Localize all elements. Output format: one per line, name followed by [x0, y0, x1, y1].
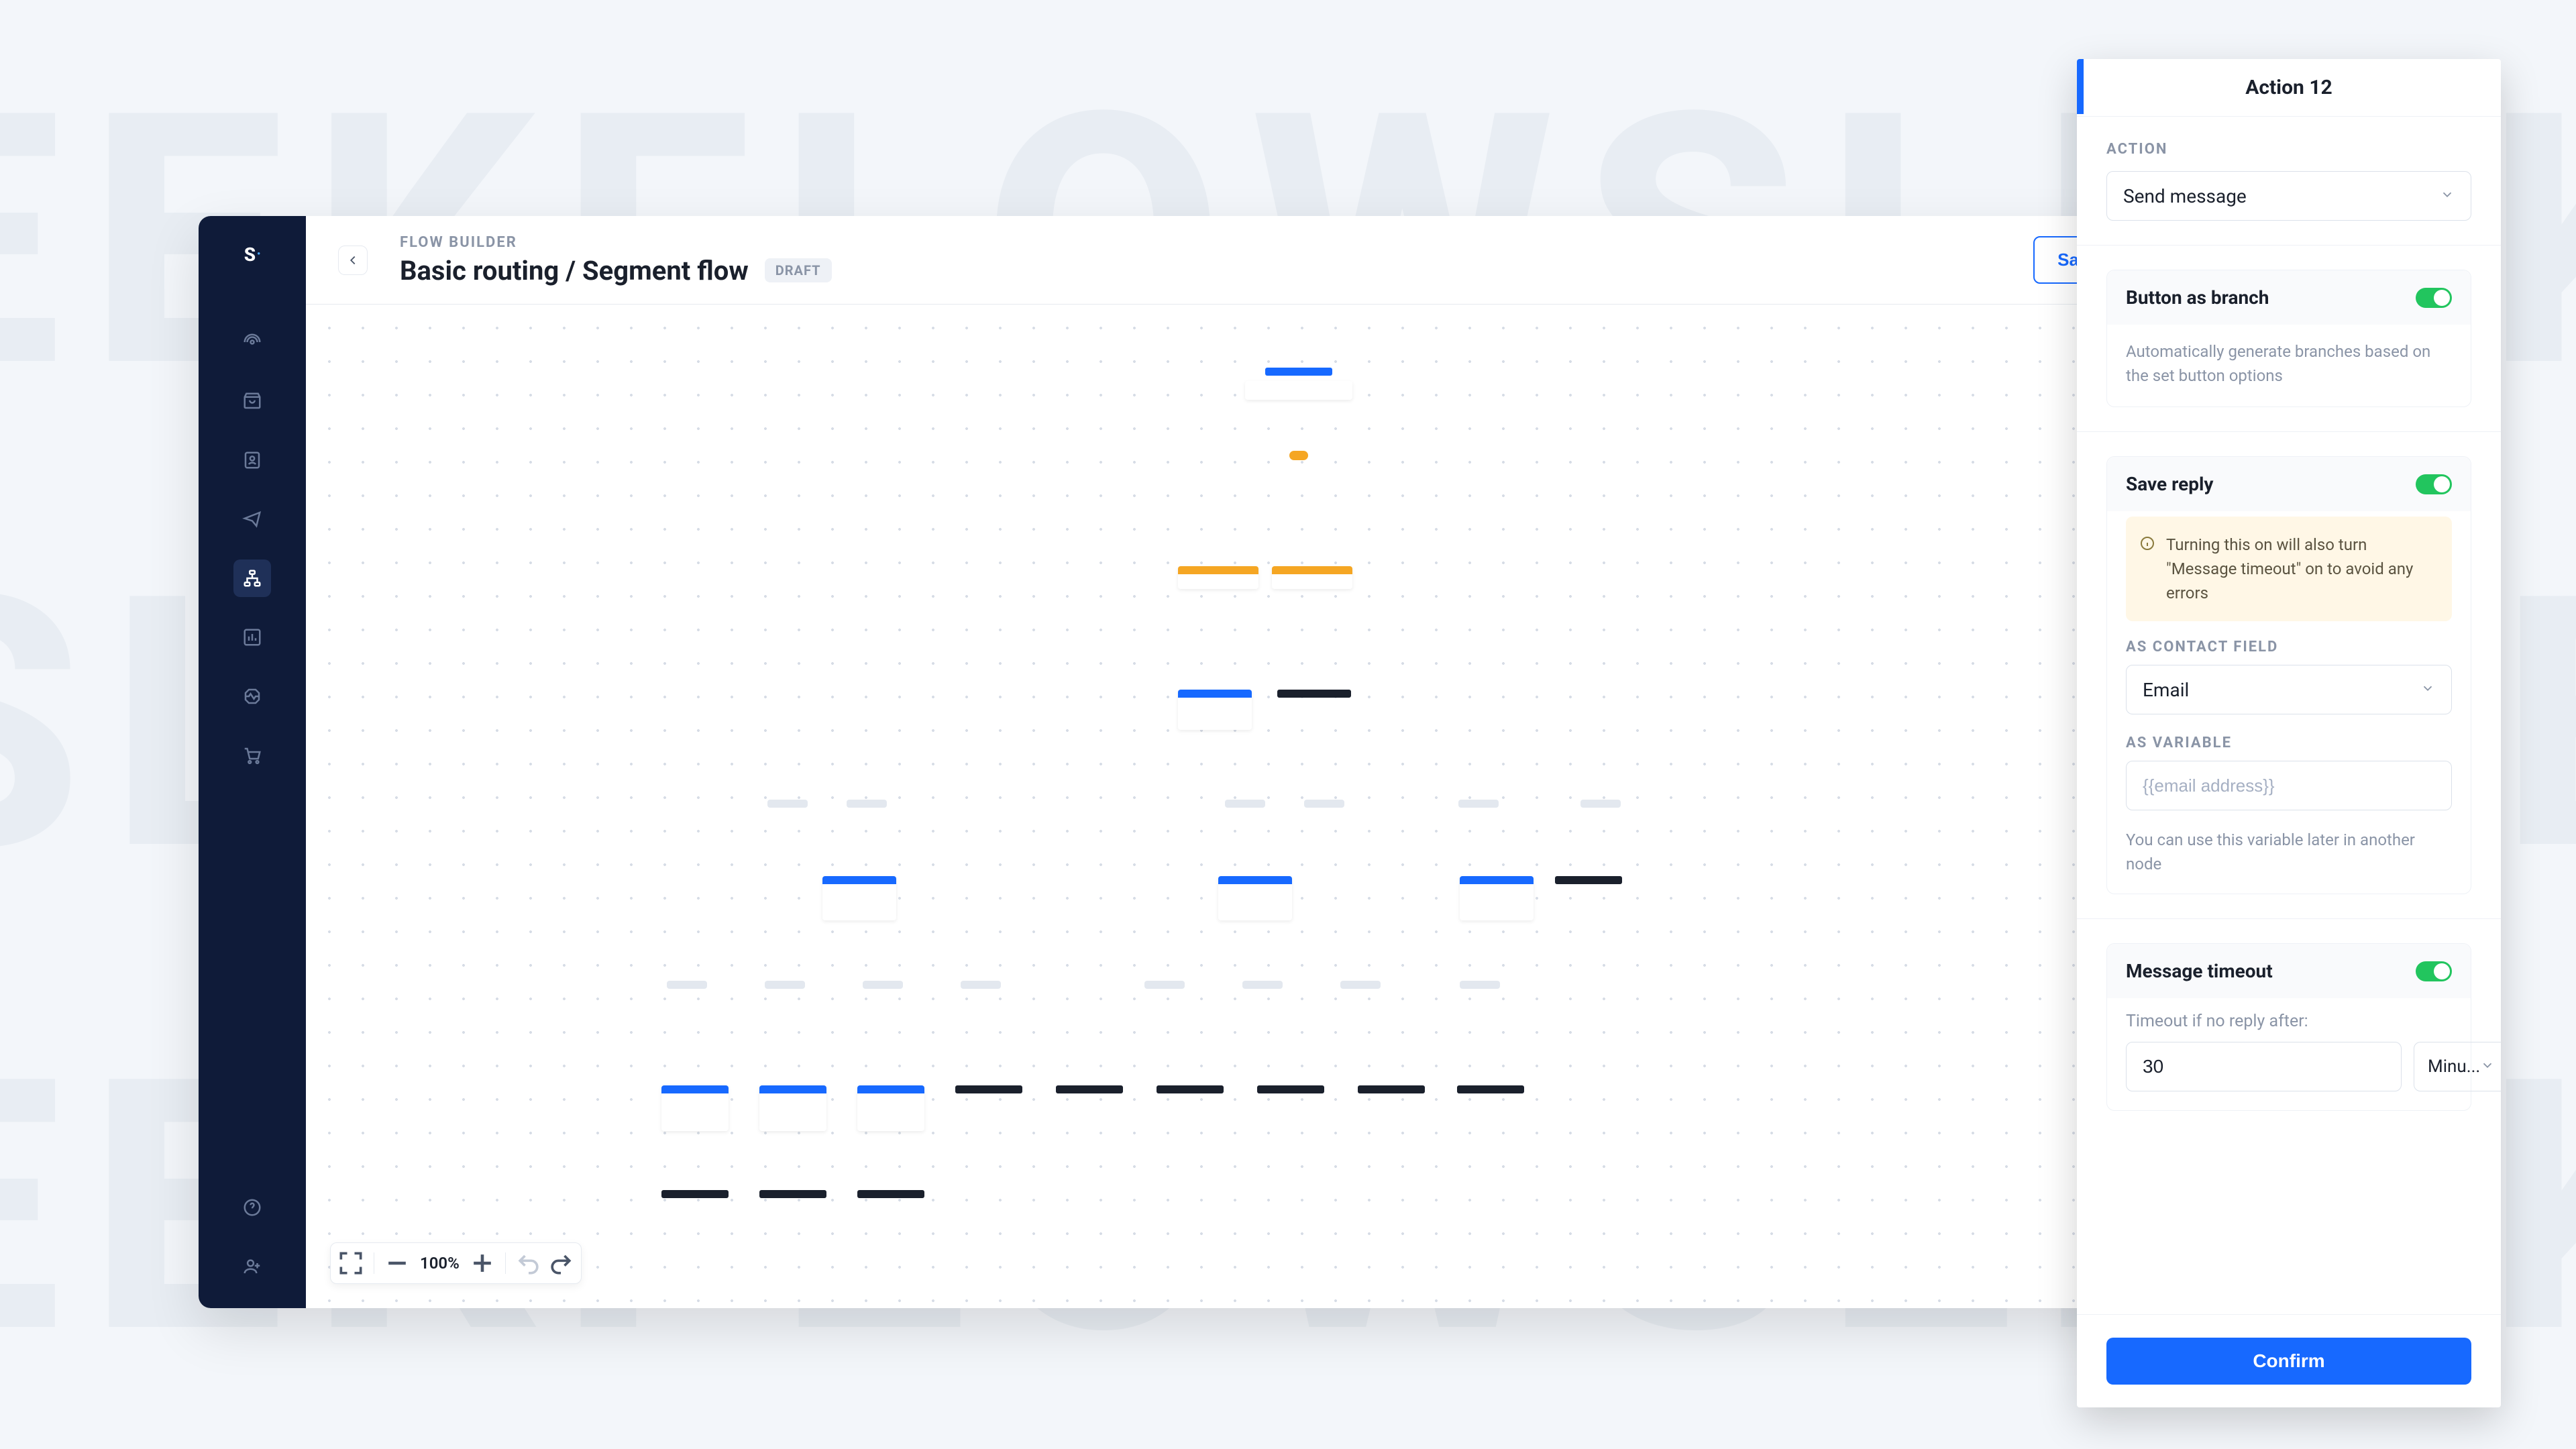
topbar: FLOW BUILDER Basic routing / Segment flo… — [306, 216, 2222, 305]
back-button[interactable] — [338, 246, 368, 275]
chevron-down-icon — [2420, 681, 2435, 698]
branch-label — [1144, 981, 1185, 989]
button-as-branch-desc: Automatically generate branches based on… — [2107, 325, 2471, 407]
node-card[interactable] — [822, 876, 896, 920]
branch-label — [767, 800, 808, 808]
node-card[interactable] — [1178, 690, 1252, 730]
sidebar-item-contacts[interactable] — [233, 441, 271, 479]
branch-label — [1340, 981, 1381, 989]
branch-label — [1580, 800, 1621, 808]
button-as-branch-card: Button as branch Automatically generate … — [2106, 270, 2471, 407]
chevron-down-icon — [2440, 187, 2455, 205]
node-end[interactable] — [955, 1085, 1022, 1093]
sidebar-item-integrations[interactable] — [233, 678, 271, 715]
button-as-branch-title: Button as branch — [2126, 286, 2269, 309]
sidebar-item-flow[interactable] — [233, 559, 271, 597]
sidebar-item-help[interactable] — [233, 1189, 271, 1226]
node-card[interactable] — [1272, 566, 1352, 589]
action-label: ACTION — [2106, 141, 2471, 158]
save-reply-title: Save reply — [2126, 473, 2213, 495]
breadcrumb: FLOW BUILDER — [400, 234, 832, 251]
branch-label — [961, 981, 1001, 989]
zoom-in-button[interactable] — [468, 1248, 497, 1278]
contact-field-select[interactable]: Email — [2126, 665, 2452, 714]
page-title: Basic routing / Segment flow — [400, 255, 749, 286]
sidebar-item-analytics[interactable] — [233, 619, 271, 656]
sidebar-item-channels[interactable] — [233, 323, 271, 361]
status-badge: DRAFT — [765, 258, 832, 282]
canvas-toolbar: 100% — [330, 1242, 582, 1284]
node-end[interactable] — [1555, 876, 1622, 884]
save-reply-info: Turning this on will also turn "Message … — [2126, 517, 2452, 621]
save-reply-card: Save reply Turning this on will also tur… — [2106, 456, 2471, 894]
branch-label — [765, 981, 805, 989]
main: FLOW BUILDER Basic routing / Segment flo… — [306, 216, 2222, 1308]
branch-label — [1304, 800, 1344, 808]
message-timeout-title: Message timeout — [2126, 960, 2273, 982]
node-end[interactable] — [1277, 690, 1351, 698]
node-end[interactable] — [857, 1190, 924, 1198]
node-end[interactable] — [1457, 1085, 1524, 1093]
fit-view-button[interactable] — [336, 1248, 366, 1278]
message-timeout-card: Message timeout Timeout if no reply afte… — [2106, 943, 2471, 1111]
variable-helper: You can use this variable later in anoth… — [2107, 817, 2471, 894]
node-end[interactable] — [1056, 1085, 1123, 1093]
sidebar-item-invite[interactable] — [233, 1248, 271, 1285]
variable-label: AS VARIABLE — [2126, 735, 2452, 751]
zoom-level: 100% — [415, 1254, 465, 1273]
branch-label — [1458, 800, 1499, 808]
node-card[interactable] — [1245, 381, 1352, 400]
node-card[interactable] — [759, 1085, 826, 1131]
node-end[interactable] — [661, 1190, 729, 1198]
branch-label — [1460, 981, 1500, 989]
node-condition-pill[interactable] — [1289, 451, 1308, 460]
node-trigger[interactable] — [1265, 368, 1332, 376]
branch-label — [1242, 981, 1283, 989]
timeout-label: Timeout if no reply after: — [2107, 998, 2471, 1042]
branch-label — [847, 800, 887, 808]
info-icon — [2139, 534, 2155, 550]
node-end[interactable] — [1157, 1085, 1224, 1093]
sidebar: S• — [199, 216, 306, 1308]
action-select[interactable]: Send message — [2106, 171, 2471, 221]
action-select-value: Send message — [2123, 185, 2247, 207]
save-reply-toggle[interactable] — [2416, 474, 2452, 494]
button-as-branch-toggle[interactable] — [2416, 288, 2452, 308]
undo-button[interactable] — [514, 1248, 543, 1278]
node-end[interactable] — [1257, 1085, 1324, 1093]
sidebar-item-campaigns[interactable] — [233, 500, 271, 538]
zoom-out-button[interactable] — [382, 1248, 412, 1278]
sidebar-item-inbox[interactable] — [233, 382, 271, 420]
action-panel: Action 12 ACTION Send message Button as … — [2077, 59, 2501, 1407]
node-end[interactable] — [759, 1190, 826, 1198]
sidebar-item-commerce[interactable] — [233, 737, 271, 774]
app-logo: S• — [237, 239, 268, 270]
flow-canvas[interactable]: 100% — [306, 305, 2222, 1308]
timeout-unit-select[interactable]: Minu... — [2414, 1042, 2501, 1091]
node-end[interactable] — [1358, 1085, 1425, 1093]
redo-button[interactable] — [546, 1248, 576, 1278]
chevron-down-icon — [2480, 1058, 2495, 1075]
node-card[interactable] — [857, 1085, 924, 1131]
contact-field-label: AS CONTACT FIELD — [2126, 639, 2452, 655]
panel-title: Action 12 — [2245, 76, 2332, 99]
timeout-value-input[interactable] — [2126, 1042, 2402, 1091]
branch-label — [1225, 800, 1265, 808]
node-card[interactable] — [1218, 876, 1292, 920]
node-card[interactable] — [1460, 876, 1534, 920]
confirm-button[interactable]: Confirm — [2106, 1338, 2471, 1385]
branch-label — [667, 981, 707, 989]
node-card[interactable] — [661, 1085, 729, 1131]
branch-label — [863, 981, 903, 989]
variable-input[interactable] — [2126, 761, 2452, 810]
app-window: S• FLOW BUILDER Basic routing / Segment … — [199, 216, 2222, 1308]
node-card[interactable] — [1178, 566, 1258, 589]
message-timeout-toggle[interactable] — [2416, 961, 2452, 981]
